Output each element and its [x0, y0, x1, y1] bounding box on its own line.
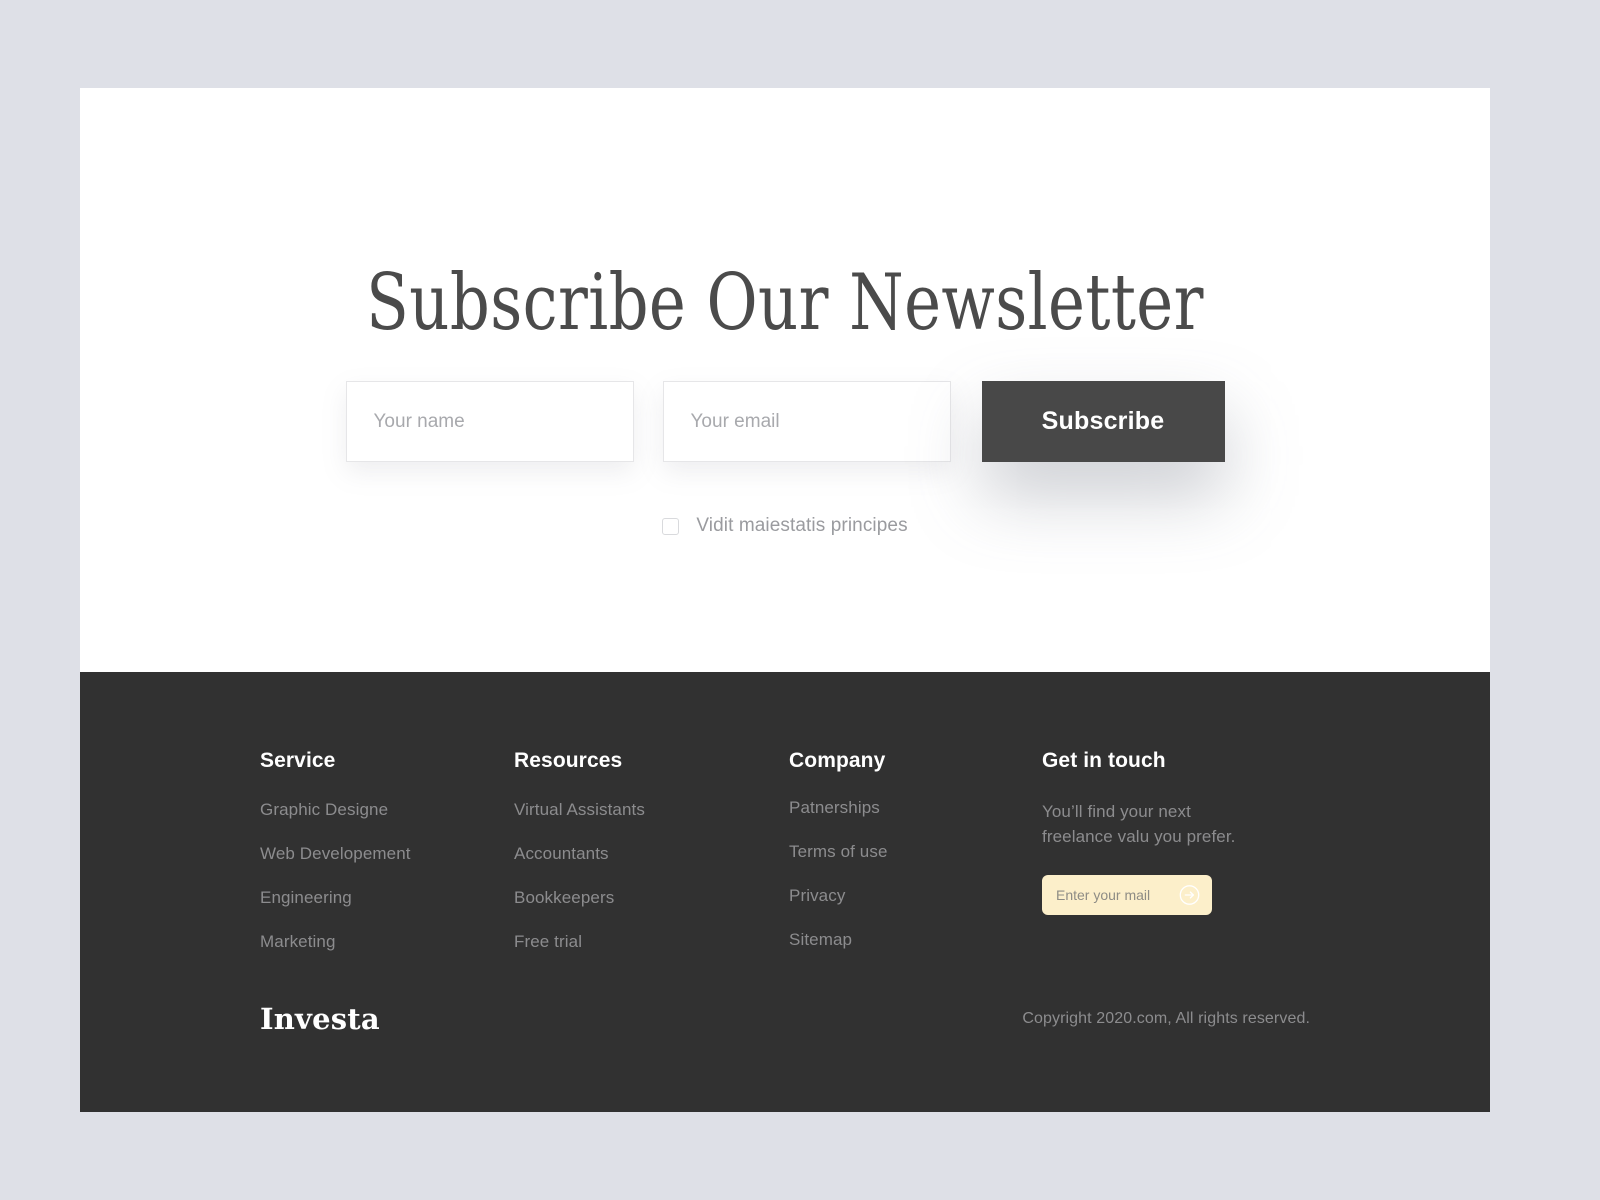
footer-columns: Service Graphic Designe Web Developement…	[260, 749, 1320, 976]
content-card: Subscribe Our Newsletter Subscribe Vidit…	[80, 88, 1490, 1112]
consent-row: Vidit maiestatis principes	[80, 515, 1490, 537]
footer-column-service: Service Graphic Designe Web Developement…	[260, 749, 514, 976]
footer-link[interactable]: Web Developement	[260, 844, 514, 864]
footer-link[interactable]: Accountants	[514, 844, 789, 864]
footer-link[interactable]: Free trial	[514, 932, 789, 952]
page-root: Subscribe Our Newsletter Subscribe Vidit…	[0, 0, 1600, 1200]
consent-checkbox[interactable]	[662, 517, 680, 535]
email-field-wrapper[interactable]	[662, 381, 951, 462]
copyright-text: Copyright 2020.com, All rights reserved.	[1022, 1010, 1310, 1027]
footer-link[interactable]: Graphic Designe	[260, 800, 514, 820]
footer-link-list: Graphic Designe Web Developement Enginee…	[260, 800, 514, 952]
footer-link[interactable]: Sitemap	[789, 930, 1042, 950]
footer-column-title: Resources	[514, 749, 623, 772]
footer-link[interactable]: Marketing	[260, 932, 514, 952]
site-footer: Service Graphic Designe Web Developement…	[80, 672, 1490, 1112]
brand-logo[interactable]: Investa	[260, 1002, 380, 1036]
footer-link[interactable]: Terms of use	[789, 842, 1042, 862]
footer-link[interactable]: Virtual Assistants	[514, 800, 789, 820]
footer-link-list: Virtual Assistants Accountants Bookkeepe…	[514, 800, 789, 952]
footer-link[interactable]: Engineering	[260, 888, 514, 908]
name-field-wrapper[interactable]	[345, 381, 634, 462]
subscribe-button[interactable]: Subscribe	[981, 381, 1225, 462]
footer-column-resources: Resources Virtual Assistants Accountants…	[514, 749, 789, 976]
mail-input[interactable]	[1056, 875, 1176, 916]
consent-label: Vidit maiestatis principes	[696, 515, 908, 536]
footer-column-contact: Get in touch You’ll find your next freel…	[1042, 749, 1320, 976]
mail-field-wrapper[interactable]	[1042, 875, 1212, 916]
name-input[interactable]	[373, 382, 606, 461]
footer-link[interactable]: Patnerships	[789, 798, 1042, 818]
footer-column-company: Company Patnerships Terms of use Privacy…	[789, 749, 1042, 976]
footer-link-list: Patnerships Terms of use Privacy Sitemap	[789, 798, 1042, 950]
page-title: Subscribe Our Newsletter	[366, 258, 1204, 348]
footer-column-title: Company	[789, 749, 886, 772]
contact-description: You’ll find your next freelance valu you…	[1042, 802, 1236, 846]
footer-bottom-bar: Investa Copyright 2020.com, All rights r…	[260, 1002, 1310, 1036]
newsletter-section: Subscribe Our Newsletter Subscribe Vidit…	[80, 88, 1490, 672]
arrow-right-circle-icon[interactable]	[1179, 885, 1200, 906]
footer-column-title: Service	[260, 749, 336, 772]
footer-link[interactable]: Privacy	[789, 886, 1042, 906]
footer-link[interactable]: Bookkeepers	[514, 888, 789, 908]
subscribe-form: Subscribe	[80, 381, 1490, 462]
email-input[interactable]	[690, 382, 923, 461]
footer-column-title: Get in touch	[1042, 749, 1166, 772]
